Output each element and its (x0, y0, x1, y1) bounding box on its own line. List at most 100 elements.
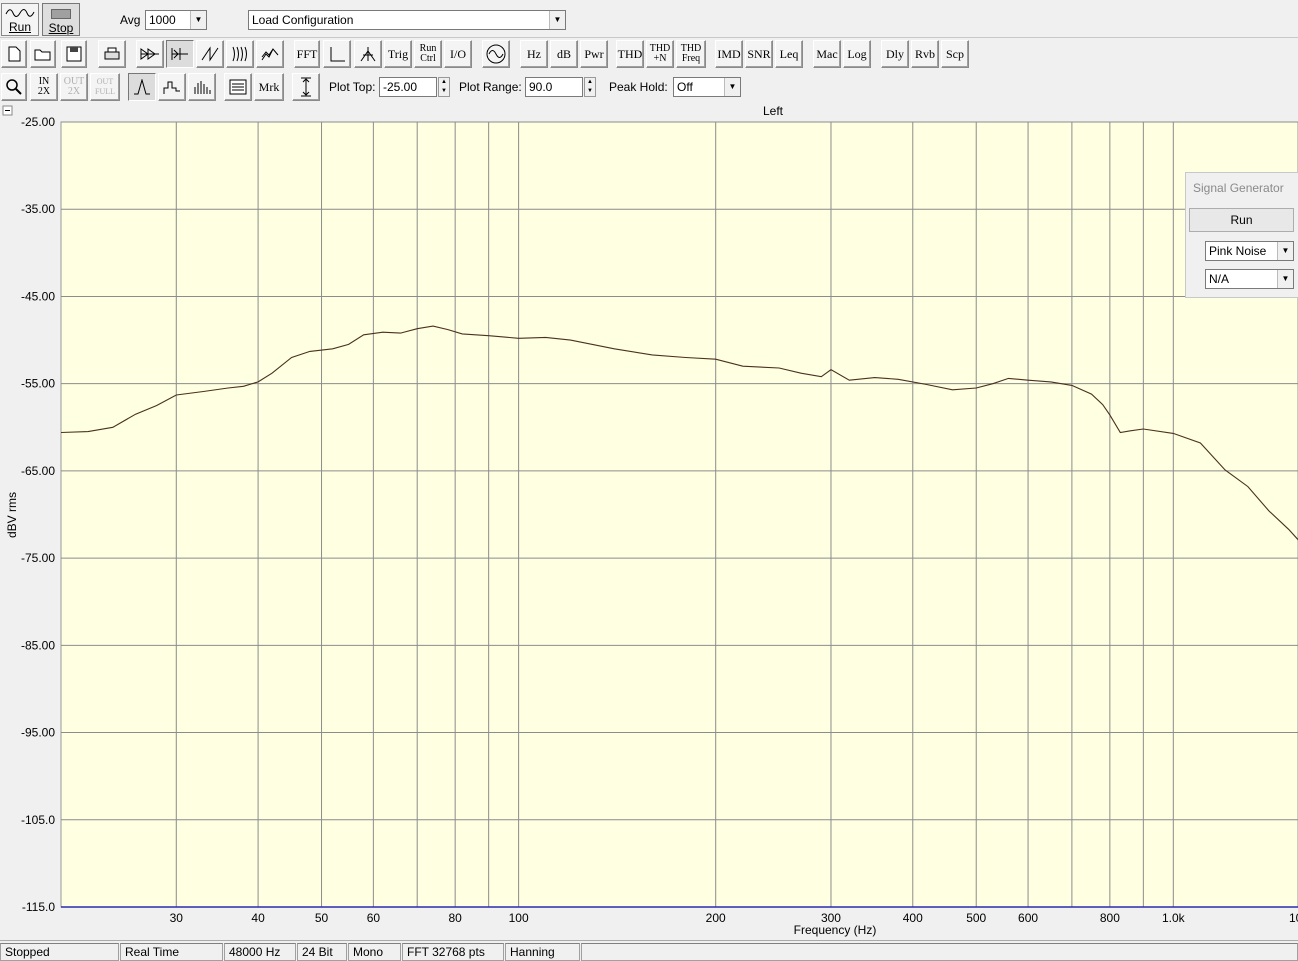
scope-label: Scp (946, 47, 964, 61)
zoom-in-2x-button[interactable]: IN 2X (30, 73, 58, 101)
print-button[interactable] (98, 40, 126, 68)
x-tick-label: 80 (448, 911, 462, 925)
leq-label: Leq (779, 47, 799, 61)
zoom-button[interactable] (1, 73, 27, 101)
x-tick-label: 50 (315, 911, 329, 925)
stop-button[interactable]: Stop (42, 3, 80, 36)
y-axis-label: dBV rms (5, 492, 19, 538)
zoom-full-label: OUT FULL (95, 77, 115, 96)
plot-top-value: -25.00 (383, 80, 418, 94)
ramp-icon (201, 46, 219, 62)
leq-button[interactable]: Leq (775, 40, 803, 68)
thd-button[interactable]: THD (616, 40, 644, 68)
save-button[interactable] (61, 40, 87, 68)
top-toolbar: Run Stop Avg 1000 ▼ Load Configuration ▼ (0, 0, 1298, 38)
level-select[interactable]: N/A ▼ (1205, 269, 1294, 289)
x-tick-label: 1.0k (1162, 911, 1186, 925)
configuration-select[interactable]: Load Configuration ▼ (248, 10, 566, 30)
waveform-select[interactable]: Pink Noise ▼ (1205, 241, 1294, 261)
axis-icon (330, 47, 345, 62)
db-button[interactable]: dB (550, 40, 578, 68)
x-tick-label: 500 (966, 911, 986, 925)
plot-top-spinner[interactable]: ▲ ▼ (438, 77, 450, 97)
signal-generator-button[interactable] (482, 40, 510, 68)
thd-freq-button[interactable]: THD Freq (676, 40, 706, 68)
y-tick-label: -55.00 (21, 377, 55, 391)
axis-button[interactable] (323, 40, 351, 68)
generator-run-label: Run (1230, 213, 1253, 227)
hz-label: Hz (527, 47, 541, 61)
y-tick-label: -75.00 (21, 551, 55, 565)
phase-button[interactable] (354, 40, 382, 68)
fft-button[interactable]: FFT (294, 40, 320, 68)
spectrum-chart[interactable]: Left -25.00 -35.00 -45.00 -55.00 -65.00 -75.0… (0, 103, 1298, 939)
spin-down-icon: ▼ (441, 88, 447, 94)
new-file-button[interactable] (1, 40, 27, 68)
window-icon (229, 79, 247, 95)
run-button-label: Run (8, 20, 31, 34)
waterfall-icon (261, 48, 279, 61)
magnifier-icon (6, 79, 22, 95)
signal-generator-panel: Signal Generator Run Pink Noise ▼ N/A ▼ (1185, 172, 1298, 298)
step-plot-button[interactable] (158, 73, 186, 101)
status-sample-rate: 48000 Hz (224, 943, 296, 961)
spectrogram-button[interactable] (226, 40, 254, 68)
signal-generator-title: Signal Generator (1193, 181, 1284, 195)
y-tick-label: -45.00 (21, 289, 55, 303)
time-series-button[interactable] (196, 40, 224, 68)
spin-down-icon: ▼ (587, 88, 593, 94)
peak-hold-select[interactable]: Off ▼ (673, 77, 741, 97)
plot-range-value: 90.0 (529, 80, 553, 94)
avg-select[interactable]: 1000 ▼ (145, 10, 207, 30)
status-fft-size: FFT 32768 pts (402, 943, 504, 961)
y-tick-label: -85.00 (21, 638, 55, 652)
new-file-icon (8, 46, 21, 62)
thd-n-label: THD +N (649, 43, 671, 64)
generator-run-button[interactable]: Run (1189, 208, 1294, 232)
fast-forward-icon (140, 48, 159, 60)
trigger-button[interactable]: Trig (384, 40, 412, 68)
step-icon (163, 81, 180, 94)
reverb-button[interactable]: Rvb (911, 40, 939, 68)
display-options-button[interactable] (224, 73, 252, 101)
x-tick-label: 10 (1289, 911, 1298, 925)
snr-button[interactable]: SNR (745, 40, 773, 68)
scope-button[interactable]: Scp (941, 40, 969, 68)
plot-top-input[interactable]: -25.00 (379, 77, 437, 97)
run-control-button[interactable]: Run Ctrl (414, 40, 442, 68)
vertical-arrows-icon (301, 77, 311, 97)
macro-button[interactable]: Mac (813, 40, 841, 68)
autoscale-button[interactable] (292, 73, 320, 101)
io-button[interactable]: I/O (444, 40, 472, 68)
overlay-button[interactable] (136, 40, 164, 68)
plot-range-input[interactable]: 90.0 (525, 77, 583, 97)
plot-toolbar: IN 2X OUT 2X OUT FULL Mrk Plot Top: -25.… (0, 72, 1298, 102)
status-channels: Mono (348, 943, 401, 961)
imd-label: IMD (717, 47, 741, 61)
line-plot-button[interactable] (128, 73, 156, 101)
imd-button[interactable]: IMD (715, 40, 743, 68)
bar-plot-button[interactable] (188, 73, 216, 101)
plot-range-spinner[interactable]: ▲ ▼ (584, 77, 596, 97)
zoom-out-2x-button: OUT 2X (60, 73, 88, 101)
plot-background[interactable] (60, 121, 1298, 908)
open-file-button[interactable] (30, 40, 56, 68)
hz-button[interactable]: Hz (520, 40, 548, 68)
split-view-button[interactable] (166, 40, 194, 68)
waterfall-button[interactable] (256, 40, 284, 68)
power-button[interactable]: Pwr (580, 40, 608, 68)
analysis-toolbar: FFT Trig Run Ctrl I/O Hz dB Pwr THD THD … (0, 38, 1298, 70)
run-button[interactable]: Run (1, 3, 39, 36)
chevron-down-icon: ▼ (190, 11, 206, 29)
spectrogram-icon (232, 46, 247, 62)
marker-button[interactable]: Mrk (254, 73, 284, 101)
thd-n-button[interactable]: THD +N (646, 40, 674, 68)
configuration-value: Load Configuration (252, 13, 354, 27)
stop-icon (51, 9, 71, 19)
delay-button[interactable]: Dly (881, 40, 909, 68)
spectrum-plot[interactable]: Left -25.00 -35.00 -45.00 -55.00 -65.00 -75.0… (0, 103, 1298, 939)
log-button[interactable]: Log (843, 40, 871, 68)
chevron-down-icon: ▼ (549, 11, 565, 29)
plot-top-label: Plot Top: (329, 80, 376, 94)
io-label: I/O (450, 47, 466, 61)
